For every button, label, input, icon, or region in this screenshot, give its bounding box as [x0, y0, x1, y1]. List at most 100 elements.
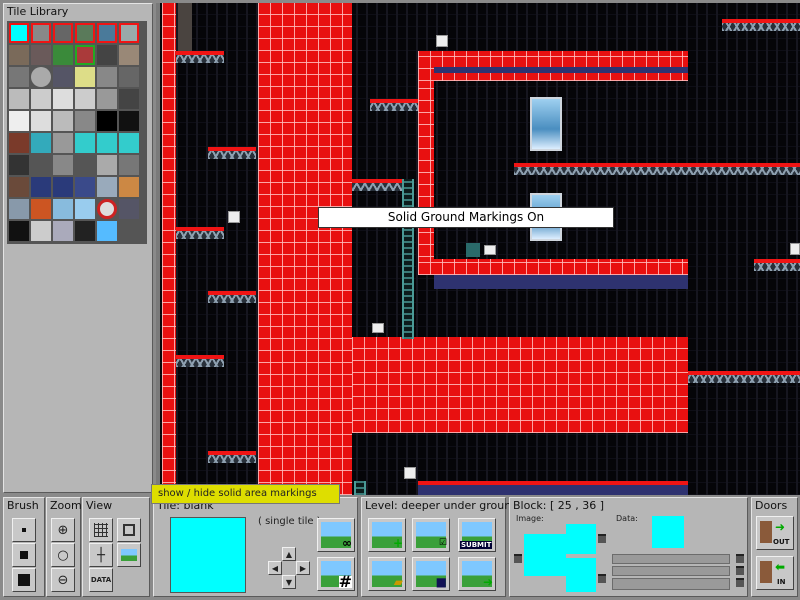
- tile-light2[interactable]: [75, 89, 95, 109]
- tile-space[interactable]: [31, 177, 51, 197]
- tile-start[interactable]: [31, 23, 51, 43]
- tile-stone2[interactable]: [31, 155, 51, 175]
- tile-space3[interactable]: [75, 177, 95, 197]
- tile-underground-sign[interactable]: [97, 199, 117, 219]
- open-level-button[interactable]: ▰: [368, 557, 406, 591]
- tile-rock[interactable]: [9, 45, 29, 65]
- tile-concrete2[interactable]: [31, 89, 51, 109]
- zoom-in-icon: ⊕: [57, 522, 69, 538]
- tile-door[interactable]: [9, 177, 29, 197]
- tile-poster[interactable]: [97, 177, 117, 197]
- tile-shadow[interactable]: [119, 89, 139, 109]
- brush-medium-button[interactable]: [12, 543, 36, 567]
- tile-brick[interactable]: [31, 45, 51, 65]
- move-left-button[interactable]: ◀: [268, 561, 282, 575]
- door-out-button[interactable]: ➜ OUT: [756, 516, 794, 550]
- tile-grey[interactable]: [97, 67, 117, 87]
- new-level-button[interactable]: +: [368, 518, 406, 552]
- tile-options-button[interactable]: ∞: [317, 518, 355, 552]
- tile-grey2[interactable]: [119, 67, 139, 87]
- tile-stone[interactable]: [119, 45, 139, 65]
- tile-stone6[interactable]: [119, 155, 139, 175]
- tile-figure[interactable]: [97, 23, 117, 43]
- tile-metal[interactable]: [9, 67, 29, 87]
- tile-space2[interactable]: [53, 177, 73, 197]
- toggle-doors-button[interactable]: ┼: [89, 543, 113, 567]
- tile-train3[interactable]: [53, 221, 73, 241]
- delete-data-icon[interactable]: [736, 554, 744, 563]
- data-slot[interactable]: [612, 566, 730, 576]
- block-image-slot[interactable]: [524, 534, 566, 576]
- tile-concrete[interactable]: [9, 89, 29, 109]
- tile-stone4[interactable]: [75, 155, 95, 175]
- tile-stone3[interactable]: [53, 155, 73, 175]
- tile-pillar2[interactable]: [53, 111, 73, 131]
- tile-mid[interactable]: [97, 89, 117, 109]
- level-canvas[interactable]: Solid Ground Markings On: [156, 3, 800, 495]
- tile-dark[interactable]: [97, 45, 117, 65]
- tile-item[interactable]: [75, 23, 95, 43]
- tile-blank[interactable]: [9, 23, 29, 43]
- save-level-button[interactable]: ■: [412, 557, 450, 591]
- zoom-in-button[interactable]: ⊕: [51, 518, 75, 542]
- tile-character[interactable]: [119, 23, 139, 43]
- tile-gravel[interactable]: [53, 133, 73, 153]
- zoom-reset-button[interactable]: ○: [51, 543, 75, 567]
- tile-grass[interactable]: [53, 45, 73, 65]
- tile-lattice2[interactable]: [97, 133, 117, 153]
- move-up-button[interactable]: ▲: [282, 547, 296, 561]
- tile-grid[interactable]: [7, 21, 147, 244]
- tile-white[interactable]: [9, 111, 29, 131]
- move-right-button[interactable]: ▶: [296, 561, 310, 575]
- delete-image-icon[interactable]: [598, 574, 606, 583]
- tile-machine[interactable]: [119, 199, 139, 219]
- brush-small-button[interactable]: [12, 518, 36, 542]
- tile-wall[interactable]: [75, 111, 95, 131]
- toggle-solid-markings-button[interactable]: [117, 518, 141, 542]
- toggle-data-button[interactable]: DATA: [89, 568, 113, 592]
- tile-water[interactable]: [97, 221, 117, 241]
- tile-stairs[interactable]: [31, 133, 51, 153]
- delete-image-icon[interactable]: [598, 534, 606, 543]
- tile-train4[interactable]: [75, 221, 95, 241]
- tile-road[interactable]: [53, 67, 73, 87]
- tile-gun[interactable]: [53, 23, 73, 43]
- zoom-out-button[interactable]: ⊖: [51, 568, 75, 592]
- tile-grid-button[interactable]: #: [317, 557, 355, 591]
- delete-data-icon[interactable]: [736, 578, 744, 587]
- tile-lattice[interactable]: [75, 133, 95, 153]
- tile-yellow[interactable]: [75, 67, 95, 87]
- tile-black[interactable]: [97, 111, 117, 131]
- data-slot[interactable]: [612, 554, 730, 564]
- tile-stone5[interactable]: [97, 155, 117, 175]
- tile-sign[interactable]: [119, 177, 139, 197]
- tile-black2[interactable]: [119, 111, 139, 131]
- data-slot[interactable]: [612, 578, 730, 590]
- delete-image-icon[interactable]: [514, 554, 522, 563]
- tile-sky[interactable]: [9, 199, 29, 219]
- move-down-button[interactable]: ▼: [282, 575, 296, 589]
- tile-pillar[interactable]: [31, 111, 51, 131]
- delete-data-icon[interactable]: [736, 566, 744, 575]
- brush-large-button[interactable]: [12, 568, 36, 592]
- tile-train2[interactable]: [31, 221, 51, 241]
- tile-train1[interactable]: [9, 221, 29, 241]
- toggle-background-button[interactable]: [117, 543, 141, 567]
- tile-window2[interactable]: [75, 199, 95, 219]
- export-level-button[interactable]: ➜: [458, 557, 496, 591]
- level-info-button[interactable]: ☑: [412, 518, 450, 552]
- tile-night[interactable]: [9, 155, 29, 175]
- tile-rocket[interactable]: [31, 199, 51, 219]
- block-image-slot[interactable]: [566, 524, 596, 554]
- submit-level-button[interactable]: SUBMIT: [458, 518, 496, 552]
- door-in-button[interactable]: ⬅ IN: [756, 556, 794, 590]
- block-image-slot[interactable]: [566, 558, 596, 592]
- solid-column-left: [162, 3, 176, 495]
- tile-rust[interactable]: [9, 133, 29, 153]
- toggle-grid-button[interactable]: [89, 518, 113, 542]
- tile-crate[interactable]: [75, 45, 95, 65]
- tile-lattice3[interactable]: [119, 133, 139, 153]
- tile-light[interactable]: [53, 89, 73, 109]
- tile-window[interactable]: [53, 199, 73, 219]
- tile-disc[interactable]: [31, 67, 51, 87]
